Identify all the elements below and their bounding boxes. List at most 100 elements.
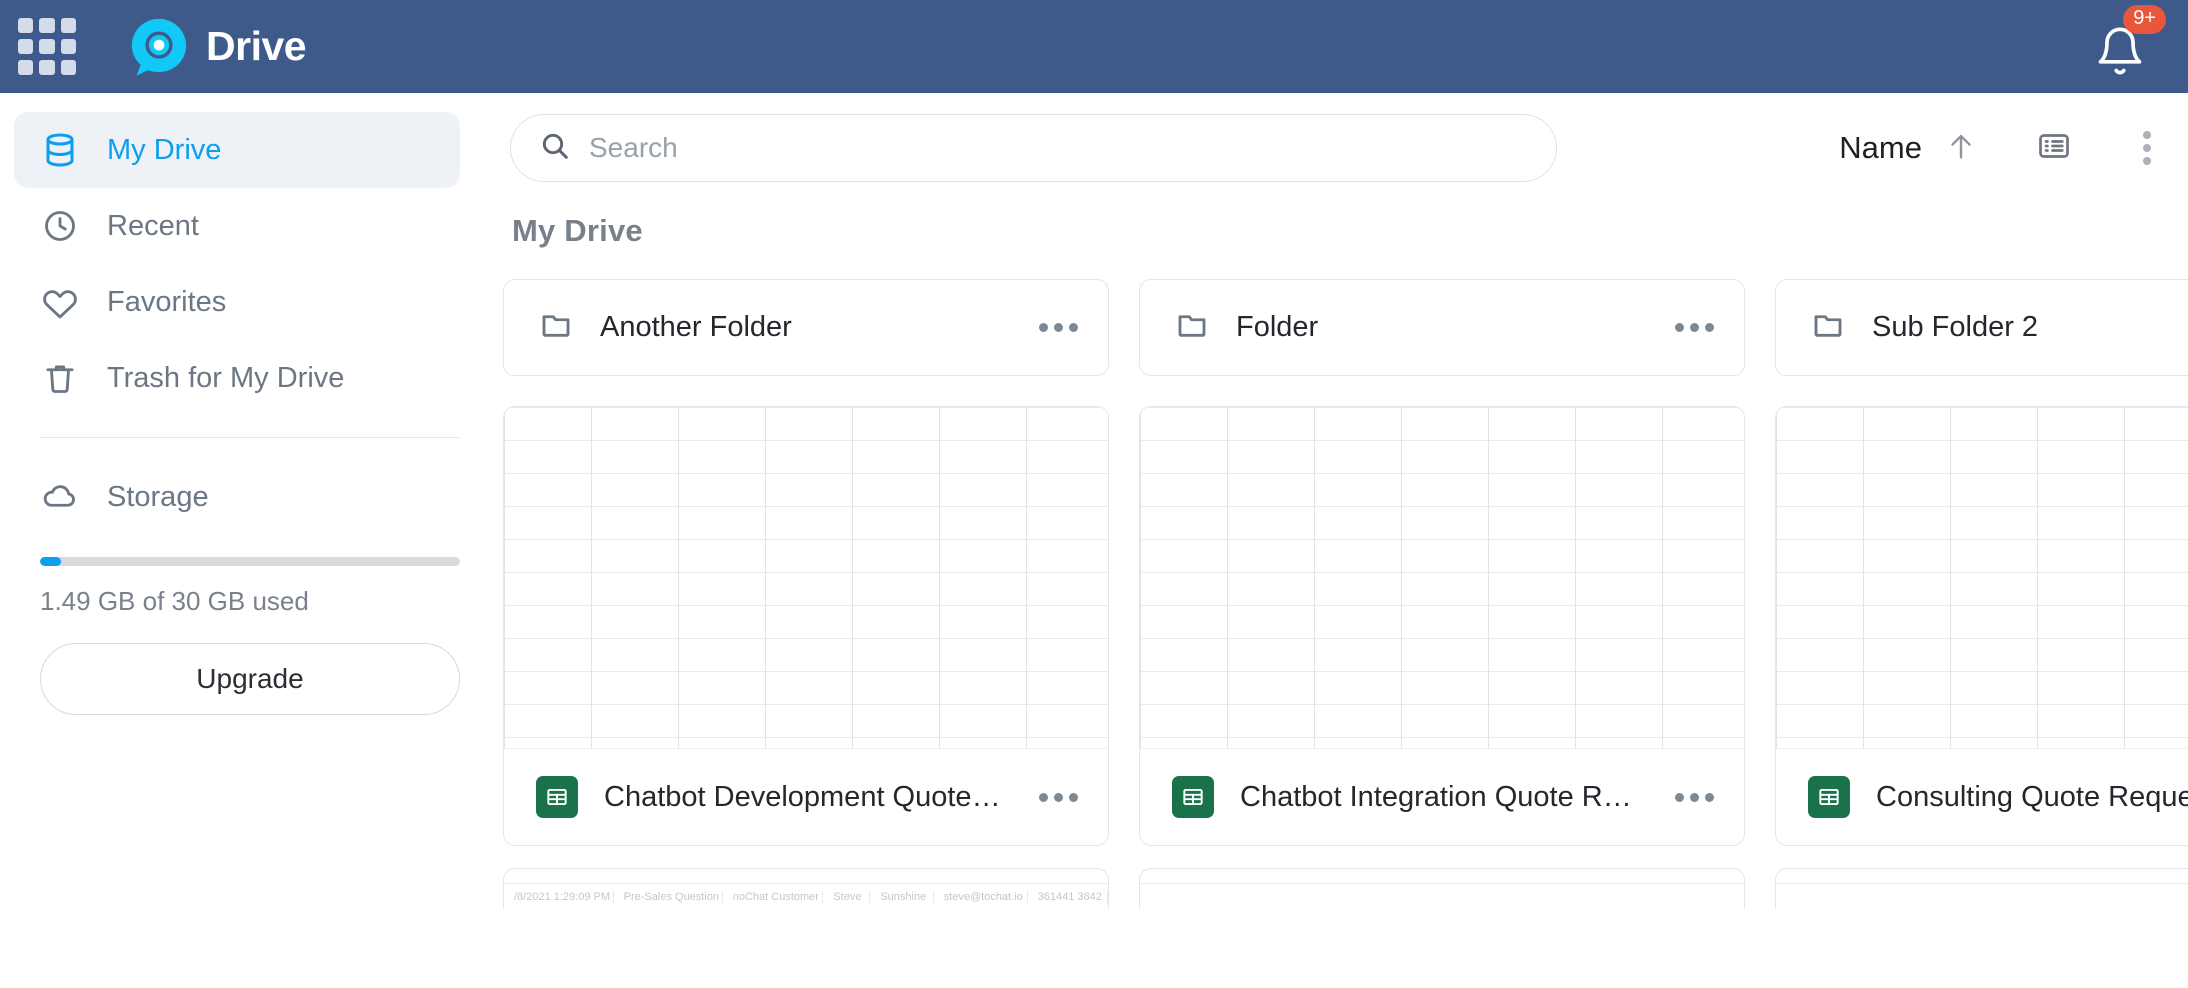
storage-usage-text: 1.49 GB of 30 GB used	[40, 586, 309, 616]
main-toolbar: Name	[500, 93, 2188, 203]
file-thumbnail	[504, 407, 1108, 749]
folder-name: Folder	[1236, 311, 1319, 343]
more-vertical-icon	[2143, 131, 2151, 165]
peek-cell: Steve	[823, 890, 871, 903]
toolbar-right-controls: Name	[1839, 128, 2188, 169]
file-card-partial[interactable]: /8/2021 1:29:09 PM Pre-Sales Question no…	[503, 868, 1109, 908]
arrow-up-icon	[1944, 129, 1978, 168]
folder-card[interactable]: Another Folder	[503, 279, 1109, 376]
more-horizontal-icon[interactable]	[1023, 783, 1078, 812]
notifications-button[interactable]: 9+	[2094, 4, 2166, 75]
sidebar-item-storage[interactable]: Storage	[14, 459, 460, 535]
search-icon	[539, 130, 571, 167]
sidebar-item-recent[interactable]: Recent	[14, 188, 460, 264]
more-options-button[interactable]	[2134, 131, 2160, 165]
apps-grid-dot	[18, 17, 34, 33]
sidebar-item-trash[interactable]: Trash for My Drive	[14, 340, 460, 416]
brand-title: Drive	[206, 23, 307, 69]
spreadsheet-icon	[1808, 776, 1850, 818]
file-name: Consulting Quote Reques	[1876, 780, 2188, 813]
trash-icon	[42, 360, 86, 396]
file-name: Chatbot Development Quote R…	[604, 780, 1004, 813]
drive-app: Drive 9+ My Drive Recent Favorites Trash…	[0, 0, 2188, 988]
apps-grid-dot	[39, 38, 55, 55]
folder-card[interactable]: Folder	[1139, 279, 1745, 376]
spreadsheet-preview-grid	[1140, 407, 1744, 748]
file-thumbnail	[1140, 407, 1744, 749]
apps-grid-dot	[60, 60, 76, 76]
next-row-peek: /8/2021 1:29:09 PM Pre-Sales Question no…	[500, 868, 2188, 908]
peek-cell: /8/2021 1:29:09 PM	[504, 890, 614, 903]
peek-cell: steve@tochat.io	[934, 890, 1028, 903]
file-card-footer: Consulting Quote Reques	[1776, 749, 2188, 845]
breadcrumb: My Drive	[512, 213, 643, 248]
brand-logo-link[interactable]: Drive	[128, 16, 307, 78]
apps-grid-dot	[39, 17, 55, 33]
sidebar-item-favorites[interactable]: Favorites	[14, 264, 460, 340]
folder-name: Sub Folder 2	[1872, 311, 2039, 343]
spreadsheet-preview-row	[1140, 883, 1744, 908]
search-input[interactable]	[589, 132, 1528, 164]
folder-icon	[1174, 307, 1210, 348]
apps-grid-dot	[39, 60, 55, 76]
database-icon	[42, 132, 86, 168]
file-row: Chatbot Development Quote R… Chatbot Int…	[500, 406, 2188, 846]
top-header-bar: Drive 9+	[0, 0, 2188, 93]
file-thumbnail	[1776, 407, 2188, 749]
peek-cell: Pre-Sales Question	[614, 890, 723, 903]
sidebar-item-label: My Drive	[107, 133, 222, 166]
sidebar-item-label: Storage	[107, 480, 209, 513]
file-card-partial[interactable]	[1139, 868, 1745, 908]
file-card-partial[interactable]	[1775, 868, 2188, 908]
file-card[interactable]: Chatbot Integration Quote Req…	[1139, 406, 1745, 846]
spreadsheet-icon	[1172, 776, 1214, 818]
storage-progress-fill	[40, 557, 61, 566]
file-name: Chatbot Integration Quote Req…	[1240, 780, 1640, 813]
more-horizontal-icon[interactable]	[1659, 783, 1714, 812]
apps-grid-dot	[18, 38, 34, 55]
spreadsheet-preview-row	[1776, 883, 2188, 908]
view-toggle-button[interactable]	[2036, 128, 2072, 169]
peek-cell: Sunshine	[870, 890, 934, 903]
more-horizontal-icon[interactable]	[1659, 313, 1714, 342]
heart-icon	[42, 284, 86, 320]
folder-card[interactable]: Sub Folder 2	[1775, 279, 2188, 376]
app-body: My Drive Recent Favorites Trash for My D…	[0, 93, 2188, 988]
sidebar: My Drive Recent Favorites Trash for My D…	[0, 93, 500, 988]
spreadsheet-preview-row: /8/2021 1:29:09 PM Pre-Sales Question no…	[504, 883, 1108, 908]
more-horizontal-icon[interactable]	[1023, 313, 1078, 342]
notification-badge: 9+	[2123, 4, 2166, 34]
file-card[interactable]: Consulting Quote Reques	[1775, 406, 2188, 846]
sidebar-item-label: Trash for My Drive	[107, 361, 345, 394]
sort-by-button[interactable]: Name	[1839, 130, 1922, 166]
peek-cell: noChat Customer	[723, 890, 824, 903]
main-content: Name	[500, 93, 2188, 988]
list-view-icon	[2036, 128, 2072, 169]
spreadsheet-preview-grid	[504, 407, 1108, 748]
upgrade-button[interactable]: Upgrade	[40, 643, 460, 715]
clock-icon	[42, 208, 86, 244]
apps-grid-dot	[60, 17, 76, 33]
search-box[interactable]	[510, 114, 1557, 182]
sidebar-item-label: Recent	[107, 209, 199, 242]
file-card[interactable]: Chatbot Development Quote R…	[503, 406, 1109, 846]
file-card-footer: Chatbot Development Quote R…	[504, 749, 1108, 845]
apps-grid-dot	[60, 38, 76, 55]
apps-grid-dot	[18, 60, 34, 76]
folder-name: Another Folder	[600, 311, 792, 343]
folder-row: Another Folder Folder Sub Folder 2	[500, 279, 2188, 376]
cloud-icon	[42, 479, 86, 515]
spreadsheet-preview-grid	[1776, 407, 2188, 748]
folder-icon	[538, 307, 574, 348]
folder-icon	[1810, 307, 1846, 348]
spreadsheet-icon	[536, 776, 578, 818]
sort-direction-button[interactable]	[1944, 129, 1978, 168]
sidebar-item-my-drive[interactable]: My Drive	[14, 112, 460, 188]
sidebar-divider	[40, 437, 460, 438]
apps-grid-icon[interactable]	[18, 17, 76, 76]
sidebar-item-label: Favorites	[107, 285, 227, 318]
drive-logo-icon	[128, 16, 190, 78]
peek-cell: 361441 3842	[1028, 890, 1108, 903]
file-card-footer: Chatbot Integration Quote Req…	[1140, 749, 1744, 845]
storage-progress-bar	[40, 557, 460, 566]
